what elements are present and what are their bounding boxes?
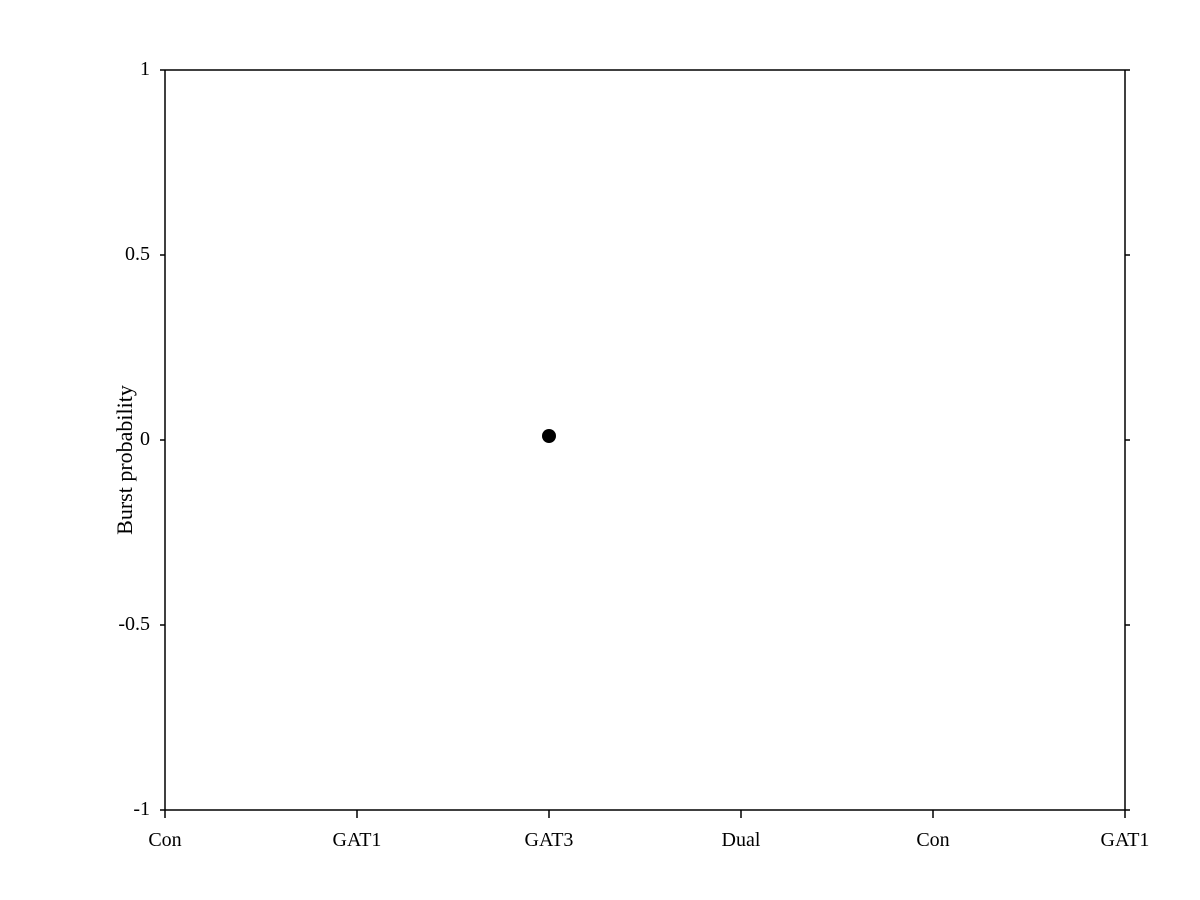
svg-text:GAT1: GAT1 [333, 829, 382, 851]
svg-text:Con: Con [148, 829, 181, 851]
svg-text:-1: -1 [133, 798, 150, 820]
chart-container: Burst probability 1 [0, 0, 1200, 900]
svg-text:-0.5: -0.5 [118, 613, 150, 635]
svg-text:Dual: Dual [722, 829, 761, 851]
data-point-gat3 [542, 429, 556, 443]
svg-text:0.5: 0.5 [125, 243, 150, 265]
chart-svg: 1 0.5 0 -0.5 -1 [105, 50, 1155, 870]
svg-text:Con: Con [916, 829, 949, 851]
svg-text:1: 1 [140, 58, 150, 80]
svg-text:0: 0 [140, 428, 150, 450]
svg-text:GAT3: GAT3 [525, 829, 574, 851]
chart-wrapper: Burst probability 1 [105, 50, 1155, 870]
chart-area: 1 0.5 0 -0.5 -1 [105, 50, 1155, 870]
svg-text:GAT1: GAT1 [1101, 829, 1150, 851]
